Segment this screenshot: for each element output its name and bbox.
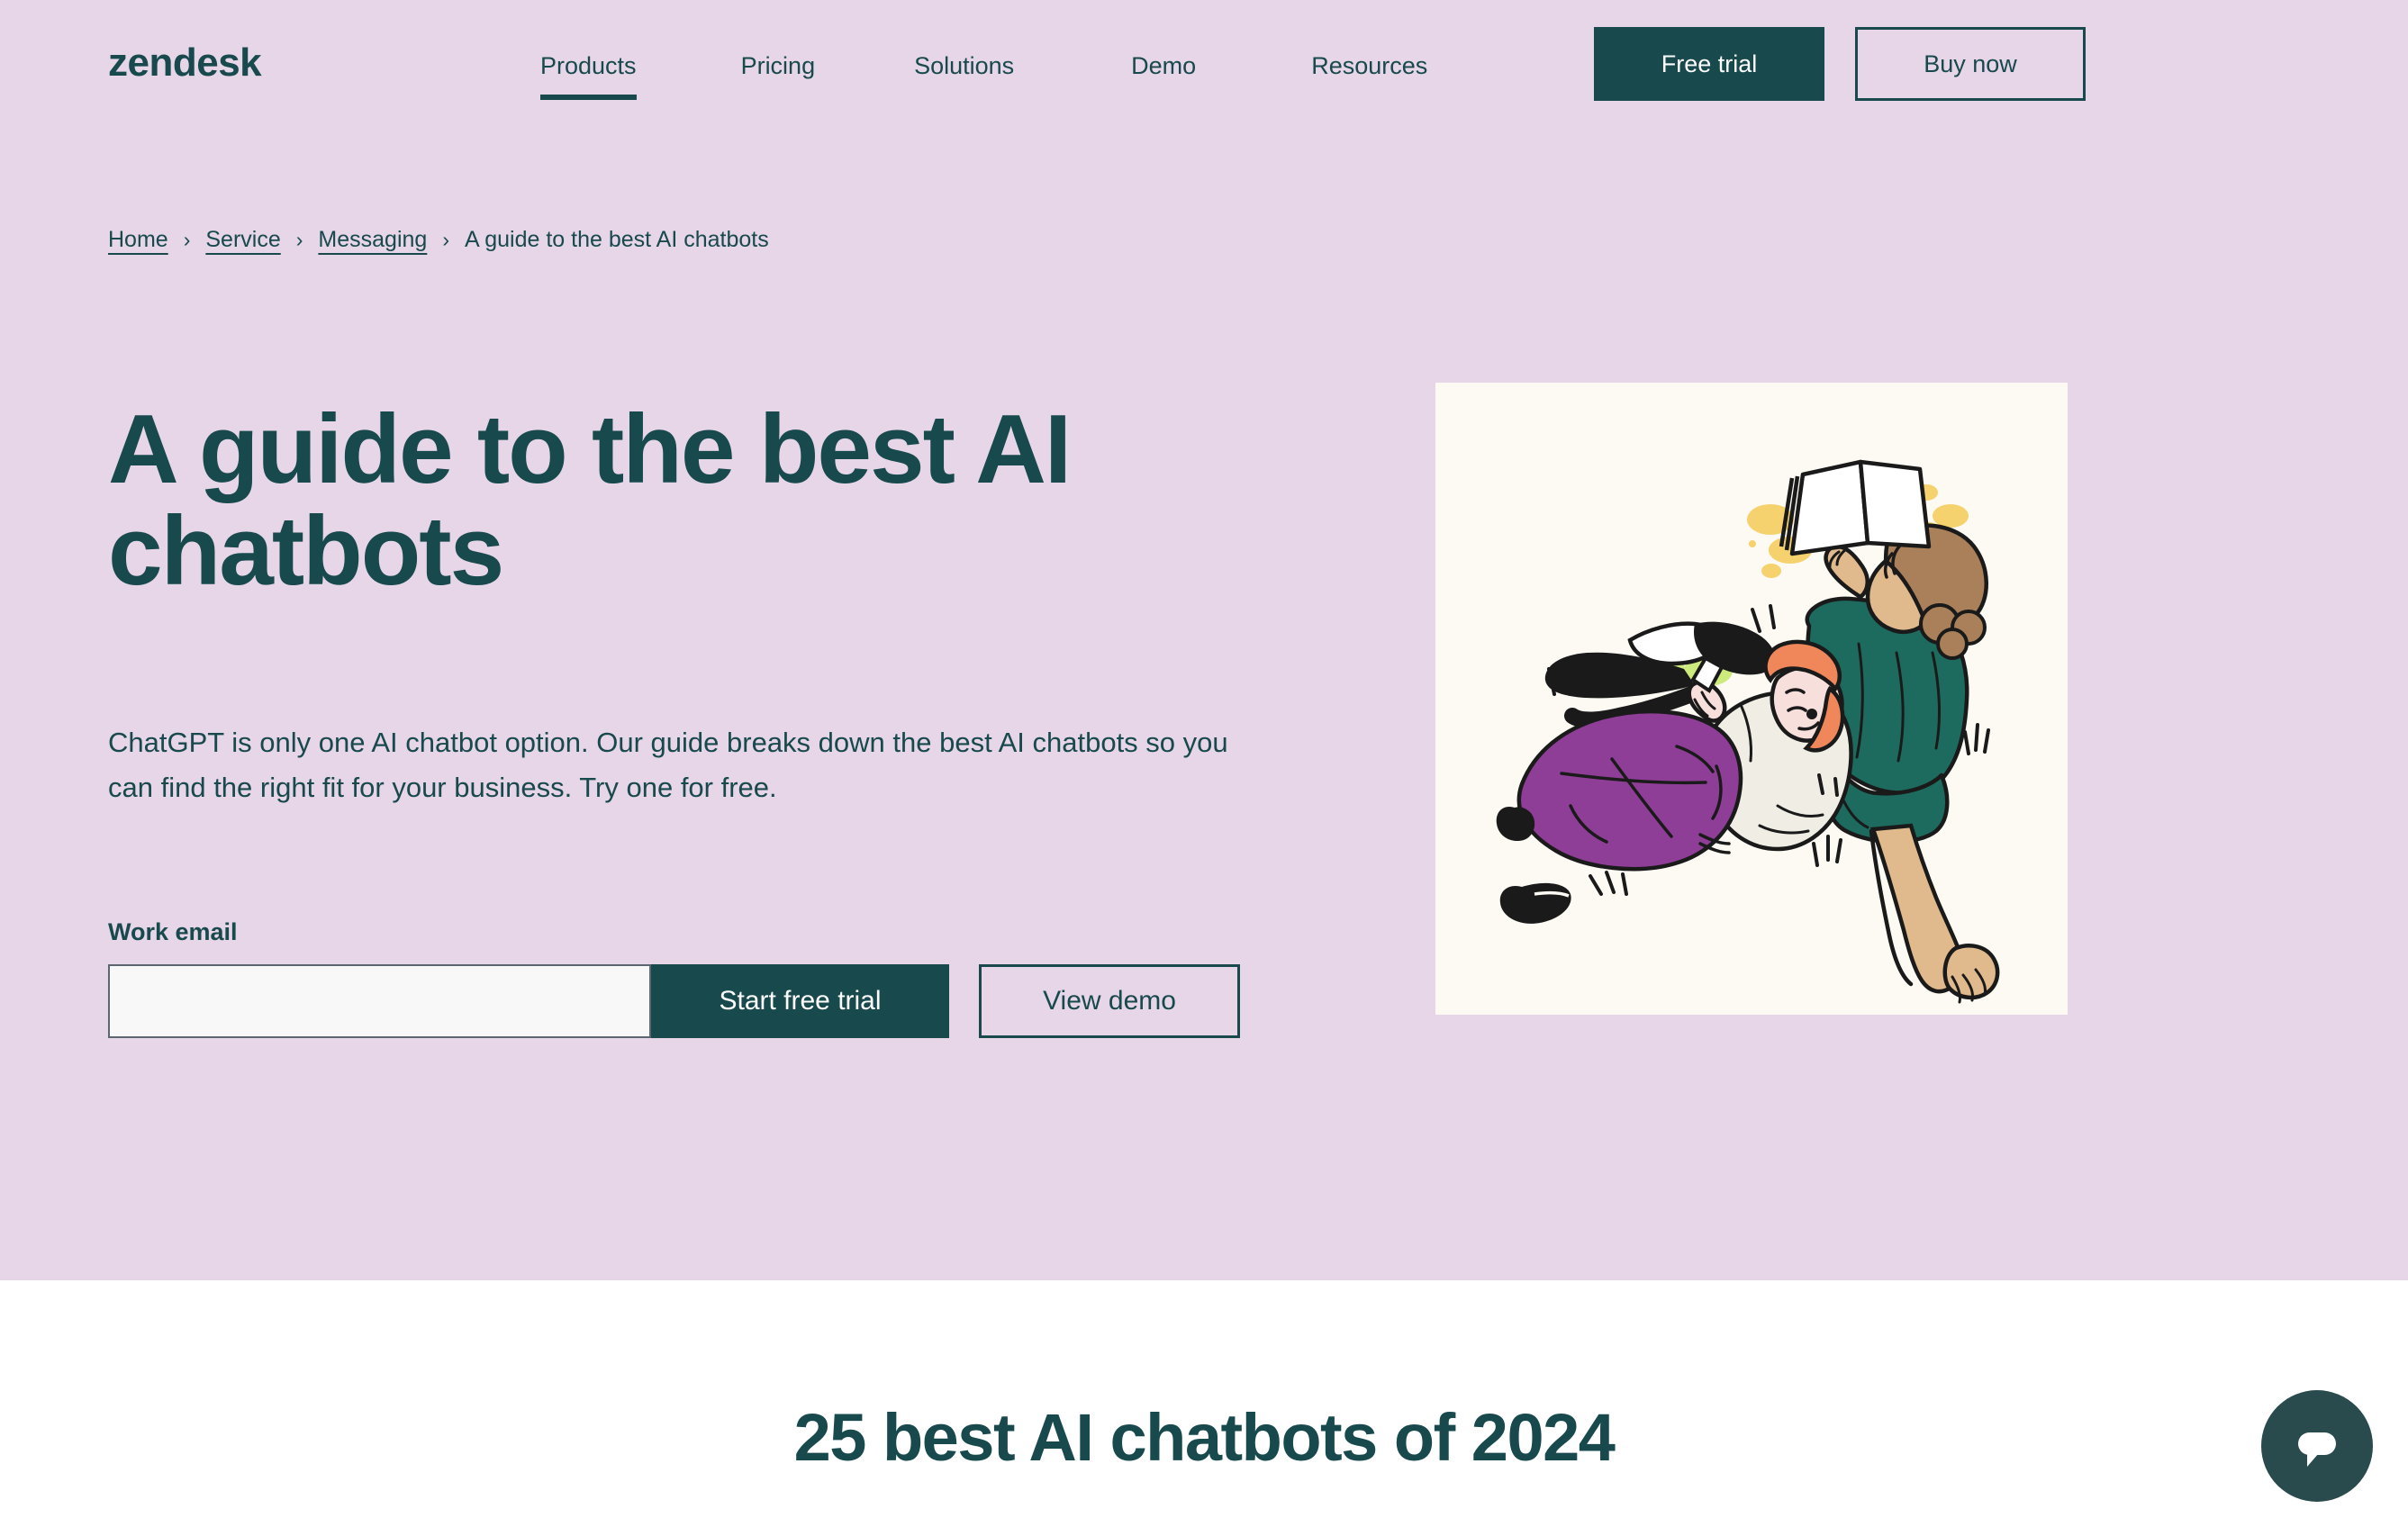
lounging-readers-illustration [1435, 383, 2068, 1015]
nav-item-solutions[interactable]: Solutions [914, 51, 1014, 100]
breadcrumb-item-service[interactable]: Service [205, 227, 280, 253]
open-book [1779, 459, 1932, 556]
breadcrumb-item-current: A guide to the best AI chatbots [464, 227, 769, 252]
page-root: zendesk Products Pricing Solutions Demo … [0, 0, 2408, 1536]
start-free-trial-button[interactable]: Start free trial [651, 964, 949, 1038]
breadcrumb-item-home[interactable]: Home [108, 227, 168, 253]
breadcrumb-separator-icon: › [442, 228, 449, 251]
nav-item-resources[interactable]: Resources [1311, 51, 1427, 100]
site-header: zendesk Products Pricing Solutions Demo … [0, 0, 2408, 126]
work-email-input[interactable] [108, 964, 651, 1038]
chat-widget-button[interactable] [2261, 1390, 2373, 1502]
section-heading: 25 best AI chatbots of 2024 [793, 1400, 1616, 1475]
breadcrumb-item-messaging[interactable]: Messaging [318, 227, 427, 253]
breadcrumb-separator-icon: › [295, 228, 303, 251]
zendesk-logo[interactable]: zendesk [108, 43, 262, 83]
page-title: A guide to the best AI chatbots [108, 394, 1072, 607]
hero-section: zendesk Products Pricing Solutions Demo … [0, 0, 2408, 1280]
nav-item-pricing[interactable]: Pricing [741, 51, 816, 100]
hero-subtitle: ChatGPT is only one AI chatbot option. O… [108, 727, 1228, 804]
chat-bubble-icon [2298, 1432, 2336, 1467]
nav-item-demo[interactable]: Demo [1131, 51, 1196, 100]
work-email-label: Work email [108, 918, 238, 945]
nav-item-products[interactable]: Products [540, 51, 637, 101]
primary-navigation: Products Pricing Solutions Demo Resource… [540, 51, 1427, 101]
breadcrumb: Home › Service › Messaging › A guide to … [108, 227, 769, 253]
breadcrumb-separator-icon: › [183, 228, 191, 251]
free-trial-button[interactable]: Free trial [1594, 27, 1824, 101]
view-demo-button[interactable]: View demo [979, 964, 1240, 1038]
buy-now-button[interactable]: Buy now [1855, 27, 2086, 101]
hero-illustration [1435, 383, 2068, 1015]
